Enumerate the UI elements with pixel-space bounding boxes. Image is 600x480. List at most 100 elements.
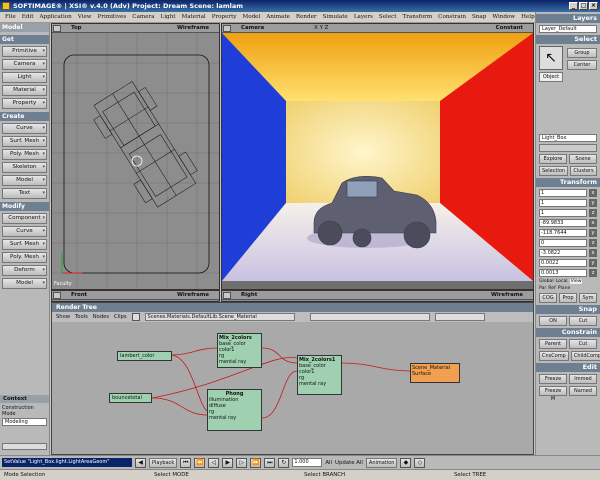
update-all-button[interactable]: Update All: [335, 460, 363, 466]
menu-light[interactable]: Light: [158, 14, 179, 20]
scale-z-tag[interactable]: z: [589, 209, 597, 217]
scene-button[interactable]: Scene: [569, 154, 597, 164]
sym-button[interactable]: Sym: [579, 293, 597, 303]
render-tree-clips-menu[interactable]: Clips: [114, 314, 127, 320]
last-frame-icon[interactable]: ⏭: [264, 457, 276, 468]
viewport-front-name[interactable]: Front: [71, 292, 87, 298]
node-mix-2colors1[interactable]: Mix_2colors1 base_color color1 rg mental…: [297, 355, 342, 395]
scale-y-field[interactable]: 1: [539, 199, 587, 207]
frame-display-field[interactable]: 1.000: [292, 458, 323, 467]
viewport-menu-button[interactable]: [223, 24, 231, 32]
constrain-parent-button[interactable]: Parent: [539, 339, 567, 349]
get-primitive-button[interactable]: Primitive ▾: [2, 46, 47, 57]
immed-button[interactable]: Immed: [569, 374, 597, 384]
cog-button[interactable]: COG: [539, 293, 557, 303]
snap-on-button[interactable]: ON: [539, 316, 567, 326]
scale-y-tag[interactable]: y: [589, 199, 597, 207]
get-camera-button[interactable]: Camera ▾: [2, 59, 47, 70]
viewport-front[interactable]: Front Wireframe: [51, 290, 220, 302]
render-tree-view-field[interactable]: [434, 313, 485, 321]
menu-file[interactable]: File: [2, 14, 19, 20]
menu-simulate[interactable]: Simulate: [320, 14, 351, 20]
rotation-y-field[interactable]: -118.7644: [539, 229, 587, 237]
node-lambert-color[interactable]: lambert_color: [117, 351, 172, 361]
render-tree-nodes-menu[interactable]: Nodes: [93, 314, 109, 320]
key-icon[interactable]: ◆: [400, 457, 412, 468]
viewport-front-mode[interactable]: Wireframe: [177, 292, 209, 298]
menu-window[interactable]: Window: [489, 14, 518, 20]
cnscomp-button[interactable]: CnsComp: [539, 351, 569, 361]
menu-edit[interactable]: Edit: [19, 14, 37, 20]
select-object-button[interactable]: Object: [539, 72, 563, 82]
viewport-right-mode[interactable]: Wireframe: [491, 292, 523, 298]
constrain-cut-button[interactable]: Cut: [569, 339, 597, 349]
get-property-button[interactable]: Property ▾: [2, 98, 47, 109]
prop-button[interactable]: Prop: [559, 293, 577, 303]
layer-select[interactable]: Layer_Default: [539, 25, 597, 33]
create-curve-button[interactable]: Curve ▾: [2, 123, 47, 134]
selection-button[interactable]: Selection: [539, 166, 569, 176]
viewport-right[interactable]: Right Wireframe: [221, 290, 534, 302]
render-tree-show-menu[interactable]: Show: [56, 314, 70, 320]
viewport-menu-button[interactable]: [53, 291, 61, 299]
modify-component-button[interactable]: Component ▾: [2, 213, 47, 224]
rotation-z-tag[interactable]: z: [589, 239, 597, 247]
menu-application[interactable]: Application: [36, 14, 74, 20]
close-button[interactable]: ×: [589, 2, 598, 10]
snap-cut-button[interactable]: Cut: [569, 316, 597, 326]
scale-x-field[interactable]: 1: [539, 189, 587, 197]
node-phong[interactable]: Phong illumination diffuse rg mental ray: [207, 389, 262, 431]
modify-poly-mesh-button[interactable]: Poly. Mesh ▾: [2, 252, 47, 263]
toolbar-header[interactable]: Model: [0, 23, 49, 32]
create-poly-mesh-button[interactable]: Poly. Mesh ▾: [2, 149, 47, 160]
animation-button[interactable]: Animation: [365, 457, 398, 468]
translation-y-tag[interactable]: y: [589, 259, 597, 267]
translation-y-field[interactable]: 0.0022: [539, 259, 587, 267]
menu-camera[interactable]: Camera: [129, 14, 157, 20]
next-frame-icon[interactable]: ▷: [236, 457, 248, 468]
space-plane-button[interactable]: Plane: [558, 286, 571, 291]
rotation-x-tag[interactable]: x: [589, 219, 597, 227]
menu-property[interactable]: Property: [209, 14, 240, 20]
playback-button[interactable]: Playback: [149, 457, 178, 468]
get-material-button[interactable]: Material ▾: [2, 85, 47, 96]
translation-x-tag[interactable]: x: [589, 249, 597, 257]
selected-object-name[interactable]: Light_Box: [539, 134, 597, 142]
node-mix-2colors[interactable]: Mix_2colors base_color color1 rg mental …: [217, 333, 262, 368]
viewport-top[interactable]: Top Wireframe Faculty: [51, 23, 220, 290]
menu-material[interactable]: Material: [178, 14, 208, 20]
render-tree-path-field[interactable]: Scenes.Materials.DefaultLib.Scene_Materi…: [144, 313, 295, 321]
render-tree-filter-field[interactable]: [309, 313, 430, 321]
port-mental-ray[interactable]: mental ray: [219, 359, 260, 365]
create-surf-mesh-button[interactable]: Surf. Mesh ▾: [2, 136, 47, 147]
create-text-button[interactable]: Text ▾: [2, 188, 47, 199]
first-frame-icon[interactable]: ⏮: [180, 457, 192, 468]
menu-constrain[interactable]: Constrain: [435, 14, 469, 20]
prev-key-icon[interactable]: ⏪: [194, 457, 206, 468]
play-backward-icon[interactable]: ◀: [135, 457, 146, 468]
space-global-button[interactable]: Global: [539, 279, 554, 284]
select-arrow-icon[interactable]: ↖: [539, 46, 563, 70]
port-mental-ray[interactable]: mental ray: [299, 381, 340, 387]
modify-deform-button[interactable]: Deform ▾: [2, 265, 47, 276]
childcomp-button[interactable]: ChildComp: [570, 351, 600, 361]
rotation-x-field[interactable]: -89.9833: [539, 219, 587, 227]
clusters-button[interactable]: Clusters: [570, 166, 597, 176]
port-mental-ray[interactable]: mental ray: [209, 415, 260, 421]
space-local-button[interactable]: Local: [556, 279, 568, 284]
scale-z-field[interactable]: 1: [539, 209, 587, 217]
modify-model-button[interactable]: Model ▾: [2, 278, 47, 289]
play-icon[interactable]: ▶: [222, 457, 234, 468]
next-key-icon[interactable]: ⏩: [250, 457, 262, 468]
keyframe-icon[interactable]: ◇: [414, 457, 426, 468]
viewport-top-name[interactable]: Top: [71, 25, 82, 31]
viewport-camera-name[interactable]: Camera: [241, 25, 264, 31]
port-surface[interactable]: Surface: [412, 371, 458, 377]
loop-icon[interactable]: ↻: [278, 457, 290, 468]
menu-animate[interactable]: Animate: [263, 14, 293, 20]
menu-primitives[interactable]: Primitives: [95, 14, 130, 20]
space-par-button[interactable]: Par: [539, 286, 546, 291]
space-view-button[interactable]: View: [569, 279, 583, 284]
menu-layers[interactable]: Layers: [351, 14, 376, 20]
menu-model[interactable]: Model: [239, 14, 263, 20]
